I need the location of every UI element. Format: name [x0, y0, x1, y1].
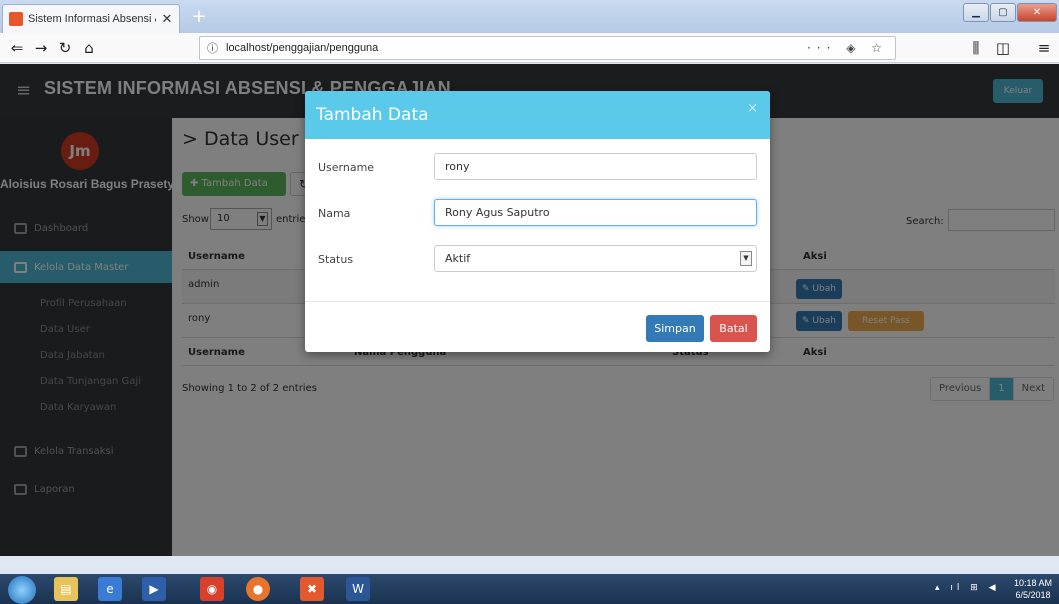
library-icon[interactable]: ⫼ [965, 38, 987, 58]
nama-field[interactable]: Rony Agus Saputro [434, 199, 757, 226]
save-button[interactable]: Simpan [646, 315, 704, 342]
info-icon[interactable]: ⓘ [207, 40, 218, 56]
add-data-modal: Tambah Data × Username rony Nama Rony Ag… [305, 91, 770, 352]
username-field[interactable]: rony [434, 153, 757, 180]
clock-time: 10:18 AM [1014, 578, 1053, 588]
media-player-icon[interactable]: ▶ [142, 577, 166, 601]
modal-header: Tambah Data × [305, 91, 770, 139]
nama-label: Nama [318, 207, 351, 220]
clock-date: 6/5/2018 [1015, 590, 1051, 600]
browser-tabstrip: Sistem Informasi Absensi & Pe ✕ + ▁ ▢ ✕ [0, 0, 1059, 33]
back-icon[interactable]: ⇐ [6, 38, 28, 58]
forward-icon[interactable]: → [30, 38, 52, 58]
clock[interactable]: 10:18 AM 6/5/2018 [1014, 577, 1052, 601]
firefox-icon[interactable]: ● [246, 577, 270, 601]
chevron-down-icon: ▼ [740, 251, 752, 266]
menu-icon[interactable]: ≡ [1033, 38, 1055, 58]
xampp-icon[interactable]: ✖ [300, 577, 324, 601]
url-text: localhost/penggajian/pengguna [226, 42, 379, 54]
tab-close-icon[interactable]: ✕ [161, 12, 173, 27]
sidebar-toggle-icon[interactable]: ◫ [992, 38, 1014, 58]
internet-explorer-icon[interactable]: e [98, 577, 122, 601]
modal-title: Tambah Data [316, 105, 429, 125]
new-tab-icon[interactable]: + [188, 8, 210, 28]
browser-navbar: ⇐ → ↻ ⌂ ⓘ localhost/penggajian/pengguna … [0, 33, 1059, 63]
page-actions[interactable]: ··· ◈ ☆ [807, 41, 888, 55]
cancel-button[interactable]: Batal [710, 315, 757, 342]
status-select[interactable]: Aktif ▼ [434, 245, 757, 272]
username-label: Username [318, 161, 375, 174]
reload-icon[interactable]: ↻ [54, 38, 76, 58]
site-favicon-icon [9, 12, 23, 26]
close-window-button[interactable]: ✕ [1017, 3, 1057, 22]
system-tray[interactable]: ▴ ıl ⊞ ◀ [935, 583, 1000, 593]
home-icon[interactable]: ⌂ [78, 38, 100, 58]
explorer-icon[interactable]: ▤ [54, 577, 78, 601]
start-button[interactable] [8, 576, 36, 604]
app-icon[interactable]: ◉ [200, 577, 224, 601]
minimize-button[interactable]: ▁ [963, 3, 989, 22]
maximize-button[interactable]: ▢ [990, 3, 1016, 22]
taskbar: ▤ e ▶ ◉ ● ✖ W ▴ ıl ⊞ ◀ 10:18 AM 6/5/2018 [0, 574, 1059, 604]
status-value: Aktif [445, 252, 471, 265]
tab-title: Sistem Informasi Absensi & Pe [28, 13, 156, 25]
browser-tab[interactable]: Sistem Informasi Absensi & Pe ✕ [2, 4, 180, 33]
word-icon[interactable]: W [346, 577, 370, 601]
address-bar[interactable]: ⓘ localhost/penggajian/pengguna ··· ◈ ☆ [199, 36, 896, 60]
close-icon[interactable]: × [747, 101, 758, 116]
status-label: Status [318, 253, 354, 266]
